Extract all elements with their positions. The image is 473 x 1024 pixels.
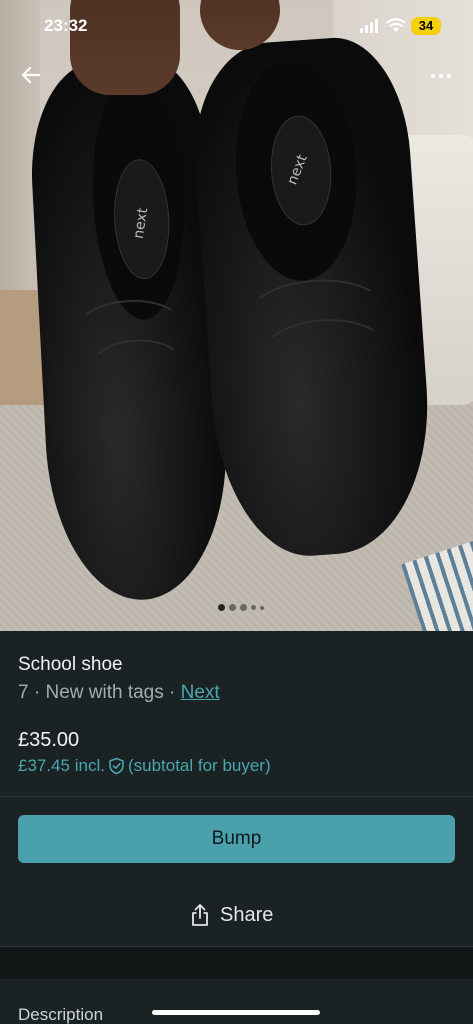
- right-brand-oval: next: [267, 113, 335, 228]
- share-label: Share: [220, 903, 274, 926]
- right-insole: next: [228, 56, 364, 285]
- photo-pager[interactable]: [218, 604, 264, 611]
- shield-check-icon: [109, 757, 124, 775]
- item-condition: New with tags: [45, 682, 164, 703]
- pager-dot[interactable]: [240, 604, 247, 611]
- home-indicator[interactable]: [152, 1010, 320, 1015]
- pager-dot[interactable]: [251, 605, 256, 610]
- share-icon: [192, 904, 208, 926]
- brand-link[interactable]: Next: [181, 682, 220, 703]
- listing-photo[interactable]: next next: [0, 0, 473, 631]
- item-title: School shoe: [18, 654, 123, 675]
- pager-dot[interactable]: [260, 605, 264, 610]
- status-bar: 23:32 34: [0, 0, 473, 50]
- meta-separator: ·: [33, 682, 46, 703]
- status-time: 23:32: [44, 16, 88, 35]
- item-size: 7: [18, 682, 29, 703]
- wifi-icon: [386, 18, 406, 32]
- arrow-left-icon: [21, 66, 41, 84]
- more-options-button[interactable]: [426, 62, 456, 90]
- section-spacer: [0, 947, 473, 979]
- left-brand-oval: next: [111, 157, 173, 281]
- bump-button[interactable]: Bump: [18, 815, 455, 863]
- item-meta: 7 · New with tags · Next: [18, 682, 220, 704]
- more-horizontal-icon: [431, 74, 435, 78]
- share-button[interactable]: Share: [190, 901, 273, 929]
- item-price: £35.00: [18, 729, 80, 751]
- divider: [0, 796, 473, 797]
- price-incl-note: (subtotal for buyer): [127, 756, 271, 775]
- right-brand-print: next: [284, 152, 311, 188]
- pager-dot[interactable]: [218, 604, 225, 611]
- left-brand-print: next: [130, 206, 152, 240]
- meta-separator: ·: [169, 682, 181, 703]
- battery-level: 34: [418, 18, 434, 33]
- listing-details: School shoe 7 · New with tags · Next £35…: [0, 631, 473, 1024]
- left-insole: next: [86, 77, 190, 322]
- price-incl-value: £37.45 incl.: [18, 756, 105, 775]
- buyer-protection-price[interactable]: £37.45 incl. (subtotal for buyer): [18, 756, 271, 776]
- back-button[interactable]: [16, 60, 46, 90]
- description-heading: Description: [18, 1005, 104, 1024]
- pager-dot[interactable]: [229, 604, 236, 611]
- cellular-signal-icon: [360, 19, 380, 33]
- battery-icon: 34: [411, 17, 441, 35]
